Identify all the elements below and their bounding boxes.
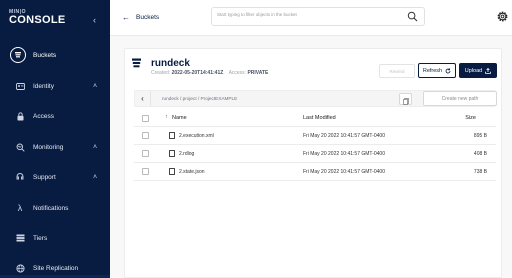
chevron-up-icon: ˄: [93, 82, 98, 90]
monitoring-icon: [14, 141, 26, 153]
tiers-icon: [14, 232, 26, 244]
upload-button[interactable]: Upload: [459, 63, 497, 78]
file-modified: Fri May 20 2022 10:41:57 GMT-0400: [303, 133, 385, 139]
file-modified: Fri May 20 2022 10:41:57 GMT-0400: [303, 151, 385, 157]
sidebar-item-notifications[interactable]: λ Notifications: [0, 198, 110, 218]
access-label: Access:: [228, 70, 247, 76]
sidebar-item-label: Identity: [33, 82, 54, 90]
sidebar-item-label: Buckets: [33, 51, 57, 59]
row-checkbox[interactable]: [142, 150, 149, 157]
breadcrumb: rundeck / project / ProjectEXAMPLE: [162, 96, 238, 101]
file-icon: [169, 168, 175, 175]
sidebar: MIN|O CONSOLE ‹ Buckets Identity ˄ Acces…: [0, 0, 110, 278]
identity-icon: [14, 80, 26, 92]
file-name: 2.execution.xml: [179, 133, 214, 139]
sidebar-item-support[interactable]: Support ˄: [0, 167, 110, 187]
refresh-button[interactable]: Refresh: [418, 63, 456, 78]
bucket-icon: [10, 47, 26, 63]
sidebar-item-identity[interactable]: Identity ˄: [0, 76, 110, 96]
sort-arrow-up-icon[interactable]: ↑: [165, 114, 168, 120]
copy-icon: [403, 98, 409, 105]
refresh-icon: [445, 67, 451, 73]
bucket-panel: rundeck Created: 2022-05-20T14:41:41Z Ac…: [124, 48, 502, 278]
file-icon: [169, 132, 175, 139]
search-icon[interactable]: [407, 11, 418, 22]
bucket-meta: Created: 2022-05-20T14:41:41Z Access: PR…: [151, 70, 268, 76]
collapse-sidebar-icon[interactable]: ‹: [93, 15, 96, 25]
objects-table: ↑ Name Last Modified Size 2.execution.xm…: [134, 111, 496, 181]
search-box: [211, 7, 425, 26]
bucket-icon: [132, 58, 141, 68]
chevron-up-icon: ˄: [93, 173, 98, 181]
sidebar-item-label: Support: [33, 173, 56, 181]
column-header-name[interactable]: Name: [172, 115, 187, 121]
table-row[interactable]: 2.execution.xml Fri May 20 2022 10:41:57…: [134, 127, 496, 145]
back-label: Buckets: [136, 14, 160, 21]
gear-icon[interactable]: [496, 10, 509, 23]
rewind-button[interactable]: Rewind: [379, 64, 415, 78]
create-new-path-button[interactable]: Create new path: [423, 91, 497, 106]
access-value: PRIVATE: [247, 70, 269, 76]
table-header: ↑ Name Last Modified Size: [134, 111, 496, 127]
sidebar-item-label: Monitoring: [33, 143, 64, 151]
sidebar-item-label: Tiers: [33, 234, 48, 242]
file-name: 2.state.json: [179, 169, 205, 175]
sidebar-item-monitoring[interactable]: Monitoring ˄: [0, 137, 110, 157]
file-name: 2.rdlog: [179, 151, 195, 157]
select-all-checkbox[interactable]: [142, 115, 149, 122]
path-bar: ‹ rundeck / project / ProjectEXAMPLE Cre…: [134, 90, 497, 107]
lambda-icon: λ: [17, 203, 23, 213]
table-row[interactable]: 2.rdlog Fri May 20 2022 10:41:57 GMT-040…: [134, 145, 496, 163]
sidebar-item-label: Access: [33, 112, 54, 120]
upload-icon: [485, 67, 492, 74]
support-icon: [14, 171, 26, 183]
sidebar-item-buckets[interactable]: Buckets: [0, 45, 110, 65]
created-value: 2022-05-20T14:41:41Z: [171, 70, 224, 76]
chevron-left-icon: ‹: [141, 94, 144, 103]
chevron-up-icon: ˄: [93, 143, 98, 151]
copy-path-button[interactable]: [399, 93, 412, 105]
search-input[interactable]: [217, 12, 397, 17]
logo-main: CONSOLE: [9, 14, 66, 26]
bucket-name: rundeck: [151, 58, 190, 69]
row-checkbox[interactable]: [142, 168, 149, 175]
path-back-button[interactable]: ‹: [135, 91, 151, 106]
row-checkbox[interactable]: [142, 132, 149, 139]
column-header-modified[interactable]: Last Modified: [303, 115, 336, 121]
file-size: 895 B: [473, 133, 487, 139]
file-size: 738 B: [473, 169, 487, 175]
created-label: Created:: [151, 70, 171, 76]
sidebar-item-tiers[interactable]: Tiers: [0, 228, 110, 248]
top-bar: ← Buckets: [110, 0, 512, 36]
file-size: 408 B: [473, 151, 487, 157]
replication-icon: [14, 262, 26, 274]
lock-icon: [14, 110, 26, 122]
sidebar-item-label: Site Replication: [33, 264, 79, 272]
sidebar-item-access[interactable]: Access: [0, 106, 110, 126]
column-header-size[interactable]: Size: [465, 115, 476, 121]
refresh-label: Refresh: [422, 67, 443, 74]
table-row[interactable]: 2.state.json Fri May 20 2022 10:41:57 GM…: [134, 163, 496, 181]
back-to-buckets-link[interactable]: ← Buckets: [122, 13, 159, 22]
file-icon: [169, 150, 175, 157]
sidebar-item-label: Notifications: [33, 204, 69, 212]
minio-logo[interactable]: MIN|O CONSOLE: [9, 9, 66, 26]
upload-label: Upload: [464, 67, 483, 74]
arrow-left-icon: ←: [122, 13, 130, 22]
file-modified: Fri May 20 2022 10:41:57 GMT-0400: [303, 169, 385, 175]
